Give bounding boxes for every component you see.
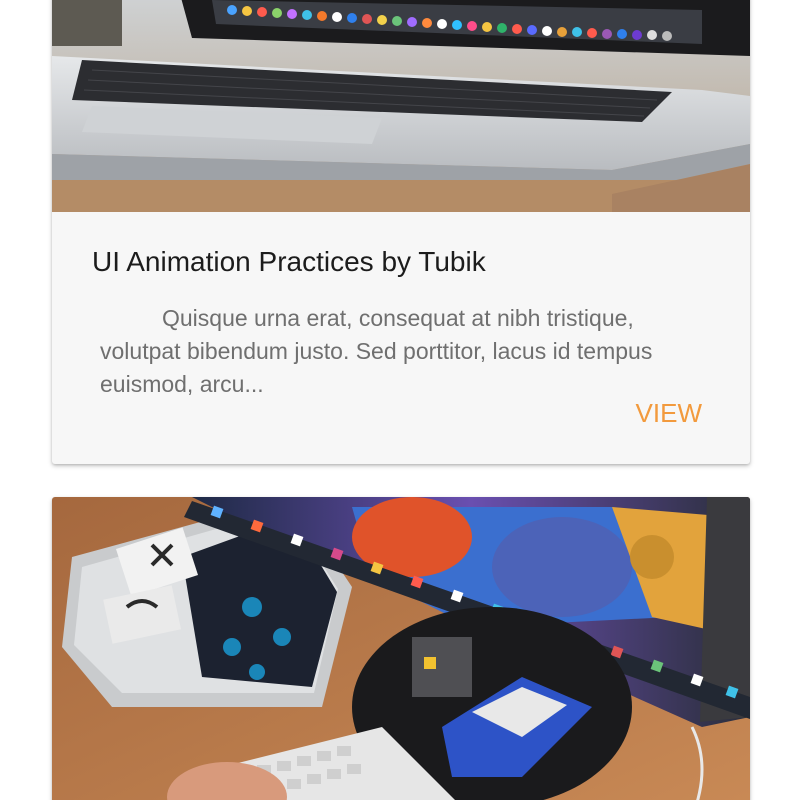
card-excerpt: Quisque urna erat, consequat at nibh tri… xyxy=(100,305,653,397)
monitor-desk-photo xyxy=(52,497,750,800)
article-card[interactable]: UI Animation Practices by Tubik Quisque … xyxy=(52,0,750,464)
card-feed: UI Animation Practices by Tubik Quisque … xyxy=(0,0,800,800)
card-image-desk xyxy=(52,497,750,800)
card-title: UI Animation Practices by Tubik xyxy=(92,246,486,277)
card-image-laptop xyxy=(52,0,750,212)
article-card[interactable] xyxy=(52,497,750,800)
card-content: UI Animation Practices by Tubik Quisque … xyxy=(52,212,750,464)
view-button[interactable]: VIEW xyxy=(636,398,702,429)
laptop-photo xyxy=(52,0,750,212)
